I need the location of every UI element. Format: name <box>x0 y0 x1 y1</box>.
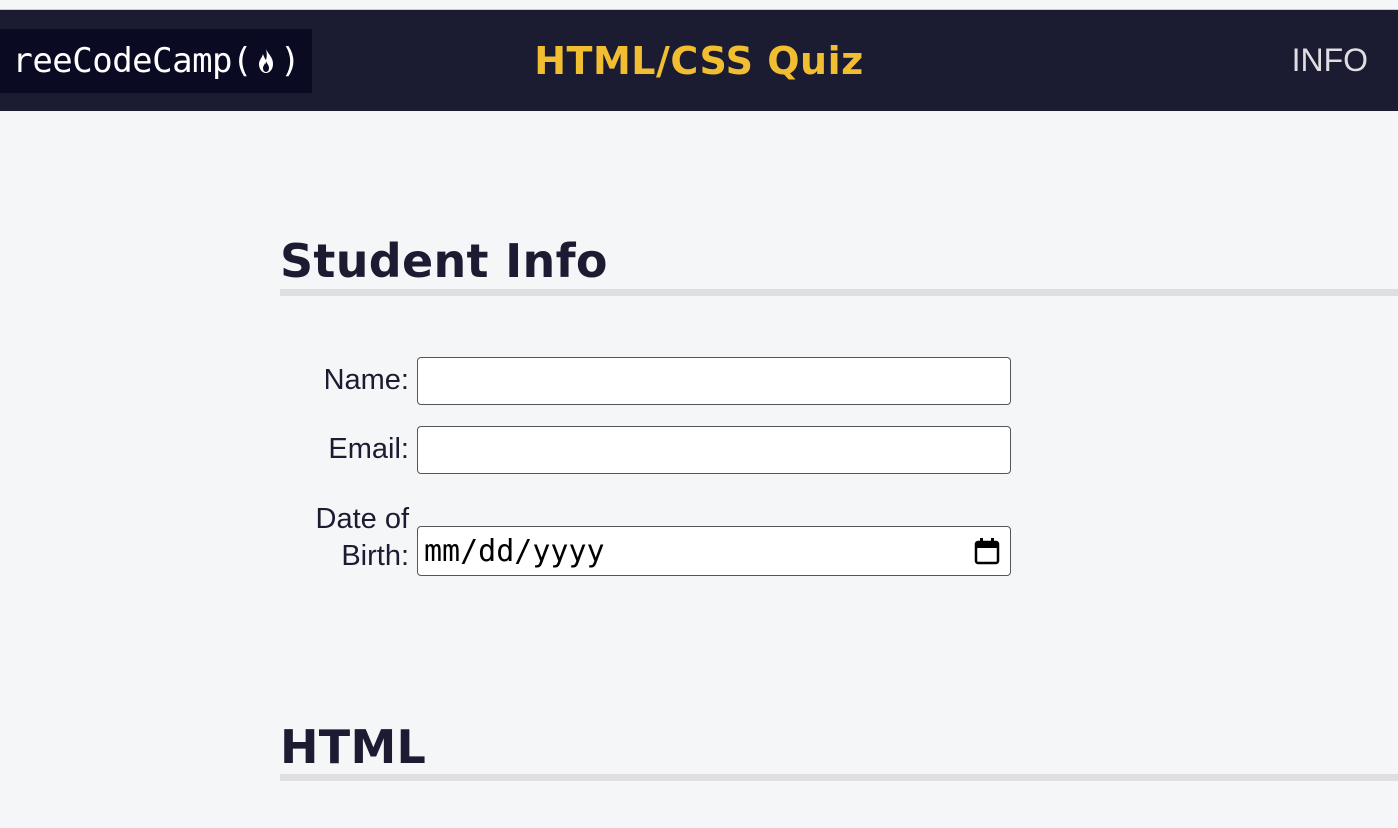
email-row: Email: <box>280 426 1011 474</box>
dob-label-line2: Birth: <box>341 540 409 573</box>
dob-date-input[interactable]: mm/dd/yyyy <box>417 526 1011 576</box>
email-input[interactable] <box>417 426 1011 474</box>
site-header: reeCodeCamp( ) HTML/CSS Quiz INFO <box>0 10 1398 111</box>
dob-label-line1: Date of <box>315 502 410 535</box>
dob-label: Date of Birth: <box>280 501 417 576</box>
name-label: Name: <box>323 364 409 397</box>
name-row: Name: <box>280 357 1011 405</box>
student-info-divider <box>280 289 1398 296</box>
dob-placeholder: mm/dd/yyyy <box>424 533 605 569</box>
name-input[interactable] <box>417 357 1011 405</box>
page-title: HTML/CSS Quiz <box>534 39 864 83</box>
html-section-divider <box>280 774 1398 781</box>
browser-top-strip <box>0 0 1398 10</box>
html-section-heading: HTML <box>280 720 427 774</box>
calendar-icon[interactable] <box>974 537 1000 565</box>
dob-row: Date of Birth: mm/dd/yyyy <box>280 496 1011 576</box>
nav-info-link[interactable]: INFO <box>1292 44 1368 76</box>
email-label: Email: <box>328 433 409 466</box>
student-info-heading: Student Info <box>280 234 608 288</box>
